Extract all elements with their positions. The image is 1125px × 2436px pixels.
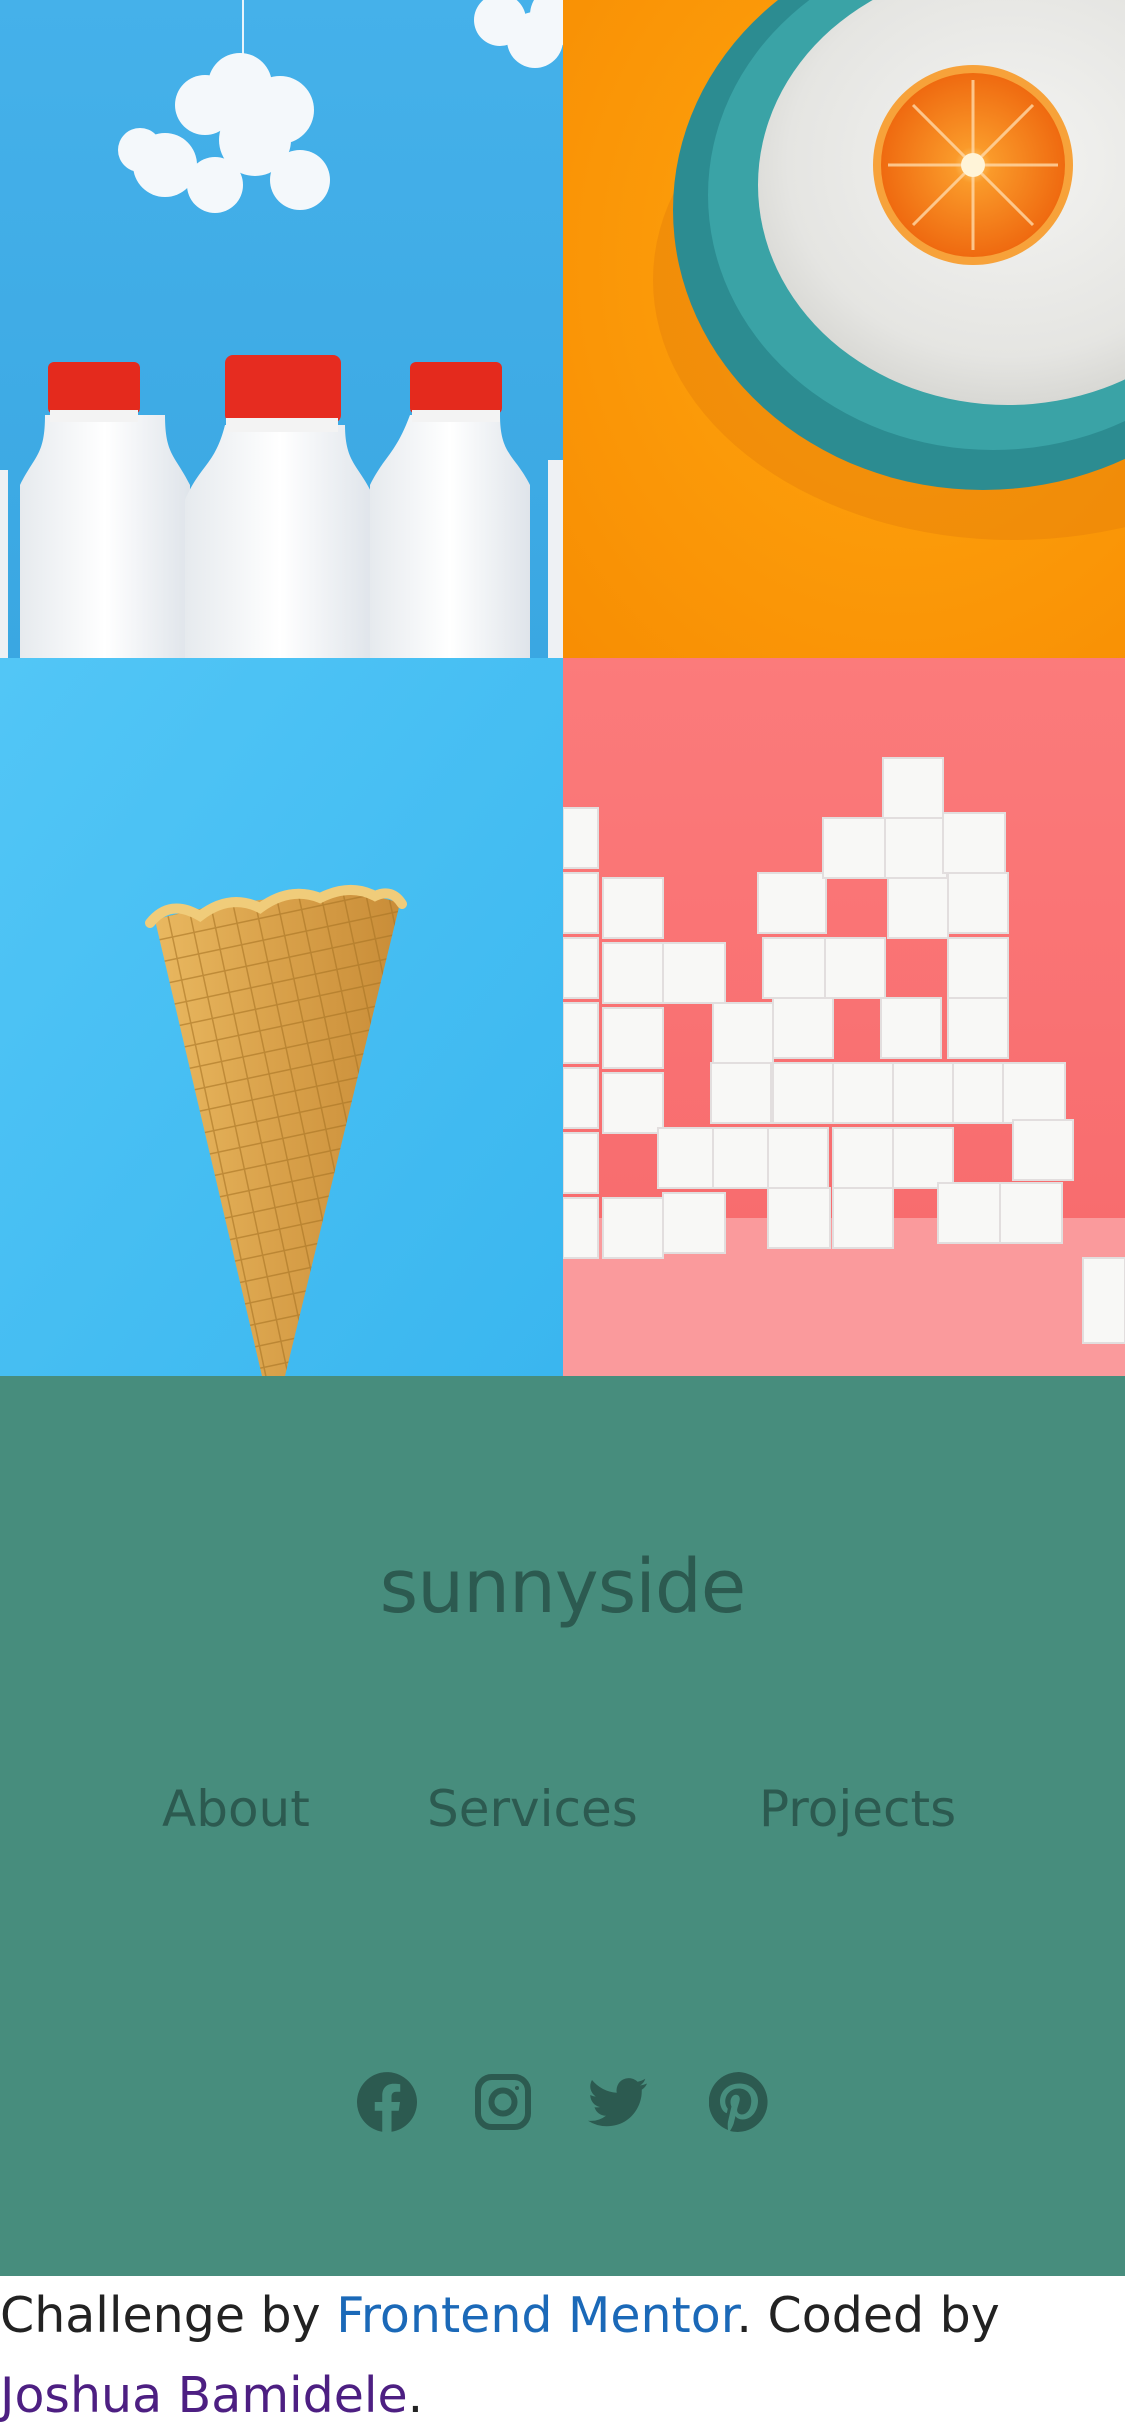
attribution: Challenge by Frontend Mentor. Coded by J… (0, 2276, 1125, 2436)
footer: sunnyside About Services Projects (0, 1376, 1125, 2276)
author-link[interactable]: Joshua Bamidele (0, 2367, 408, 2424)
nav-link-projects[interactable]: Projects (759, 1780, 956, 1838)
attribution-middle: . Coded by (736, 2287, 1000, 2344)
instagram-icon[interactable] (473, 2072, 533, 2132)
ice-cream-cone-image (0, 658, 563, 1376)
nav-link-about[interactable]: About (162, 1780, 310, 1838)
nav-link-services[interactable]: Services (427, 1780, 638, 1838)
sugar-cubes-image (563, 658, 1125, 1376)
orange-image (563, 0, 1125, 658)
pinterest-icon[interactable] (709, 2072, 769, 2132)
attribution-prefix: Challenge by (0, 2287, 337, 2344)
attribution-suffix: . (407, 2367, 424, 2424)
brand-logo[interactable]: sunnyside (0, 1544, 1125, 1630)
image-gallery (0, 0, 1125, 1376)
frontend-mentor-link[interactable]: Frontend Mentor (336, 2287, 736, 2344)
facebook-icon[interactable] (357, 2072, 417, 2132)
milk-bottles-image (0, 0, 563, 658)
social-links (0, 2072, 1125, 2134)
twitter-icon[interactable] (588, 2072, 648, 2132)
footer-nav: About Services Projects (0, 1780, 1125, 1840)
